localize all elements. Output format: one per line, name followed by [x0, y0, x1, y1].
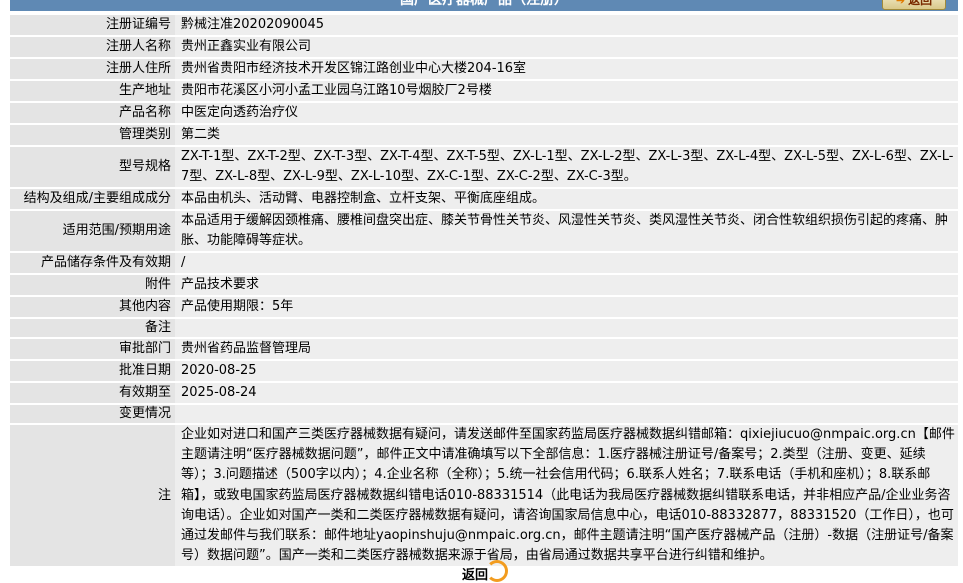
page-title: 国产医疗器械产品（注册）: [400, 0, 568, 8]
field-row: 生产地址 贵阳市花溪区小河小孟工业园乌江路10号烟胶厂2号楼: [10, 81, 958, 101]
field-row: 管理类别 第二类: [10, 125, 958, 145]
field-value: 2025-08-24: [175, 383, 958, 403]
field-label: 适用范围/预期用途: [10, 211, 175, 251]
field-value: [175, 319, 958, 337]
field-value: 贵州正鑫实业有限公司: [175, 37, 958, 57]
field-label: 批准日期: [10, 361, 175, 381]
field-row: 其他内容 产品使用期限：5年: [10, 297, 958, 317]
field-row: 产品储存条件及有效期 /: [10, 253, 958, 273]
field-value: [175, 405, 958, 423]
field-value: 本品由机头、活动臂、电器控制盒、立杆支架、平衡底座组成。: [175, 189, 958, 209]
field-row: 有效期至 2025-08-24: [10, 383, 958, 403]
field-row: 注册人名称 贵州正鑫实业有限公司: [10, 37, 958, 57]
back-button-top[interactable]: ➔ 返回: [882, 0, 946, 10]
field-value: 黔械注准20202090045: [175, 15, 958, 35]
header-bar: 国产医疗器械产品（注册） ➔ 返回: [10, 0, 958, 11]
field-row: 审批部门 贵州省药品监督管理局: [10, 339, 958, 359]
field-label: 产品名称: [10, 103, 175, 123]
field-label: 管理类别: [10, 125, 175, 145]
field-label: 型号规格: [10, 147, 175, 187]
field-label: 产品储存条件及有效期: [10, 253, 175, 273]
field-row: 注册证编号 黔械注准20202090045: [10, 15, 958, 35]
field-label: 有效期至: [10, 383, 175, 403]
arrow-right-icon: ➔: [895, 0, 906, 7]
field-value: ZX-T-1型、ZX-T-2型、ZX-T-3型、ZX-T-4型、ZX-T-5型、…: [175, 147, 958, 187]
detail-table: 注册证编号 黔械注准20202090045 注册人名称 贵州正鑫实业有限公司 注册人住所…: [10, 13, 958, 568]
back-label: 返回: [908, 0, 933, 7]
field-row: 型号规格 ZX-T-1型、ZX-T-2型、ZX-T-3型、ZX-T-4型、ZX-T…: [10, 147, 958, 187]
field-row: 变更情况: [10, 405, 958, 423]
field-row: 附件 产品技术要求: [10, 275, 958, 295]
field-row: 适用范围/预期用途 本品适用于缓解因颈椎痛、腰椎间盘突出症、膝关节骨性关节炎、风湿…: [10, 211, 958, 251]
note-row: 注企业如对进口和国产三类医疗器械数据有疑问，请发送邮件至国家药监局医疗器械数据纠…: [10, 425, 958, 567]
field-label: 注册人名称: [10, 37, 175, 57]
field-value: /: [175, 253, 958, 273]
field-label: 备注: [10, 319, 175, 337]
field-row: 备注: [10, 319, 958, 337]
field-label: 审批部门: [10, 339, 175, 359]
field-value: 本品适用于缓解因颈椎痛、腰椎间盘突出症、膝关节骨性关节炎、风湿性关节炎、类风湿性…: [175, 211, 958, 251]
back-circle-icon: [486, 560, 508, 582]
field-value: 产品使用期限：5年: [175, 297, 958, 317]
field-label: 注册证编号: [10, 15, 175, 35]
field-label: 生产地址: [10, 81, 175, 101]
field-value: 产品技术要求: [175, 275, 958, 295]
field-value: 贵州省贵阳市经济技术开发区锦江路创业中心大楼204-16室: [175, 59, 958, 79]
field-label: 附件: [10, 275, 175, 295]
field-label: 变更情况: [10, 405, 175, 423]
field-value: 贵阳市花溪区小河小孟工业园乌江路10号烟胶厂2号楼: [175, 81, 958, 101]
field-row: 产品名称 中医定向透药治疗仪: [10, 103, 958, 123]
field-value: 第二类: [175, 125, 958, 145]
field-label: 其他内容: [10, 297, 175, 317]
note-text: 企业如对进口和国产三类医疗器械数据有疑问，请发送邮件至国家药监局医疗器械数据纠错…: [175, 425, 958, 567]
page: 国产医疗器械产品（注册） ➔ 返回 注册证编号 黔械注准20202090045 注册人…: [0, 0, 963, 583]
field-row: 结构及组成/主要组成成分 本品由机头、活动臂、电器控制盒、立杆支架、平衡底座组成。: [10, 189, 958, 209]
back-button-bottom[interactable]: 返回: [456, 560, 508, 583]
field-value: 2020-08-25: [175, 361, 958, 381]
field-row: 批准日期 2020-08-25: [10, 361, 958, 381]
field-value: 贵州省药品监督管理局: [175, 339, 958, 359]
field-value: 中医定向透药治疗仪: [175, 103, 958, 123]
note-label: 注: [10, 425, 175, 567]
field-row: 注册人住所 贵州省贵阳市经济技术开发区锦江路创业中心大楼204-16室: [10, 59, 958, 79]
field-label: 结构及组成/主要组成成分: [10, 189, 175, 209]
field-label: 注册人住所: [10, 59, 175, 79]
